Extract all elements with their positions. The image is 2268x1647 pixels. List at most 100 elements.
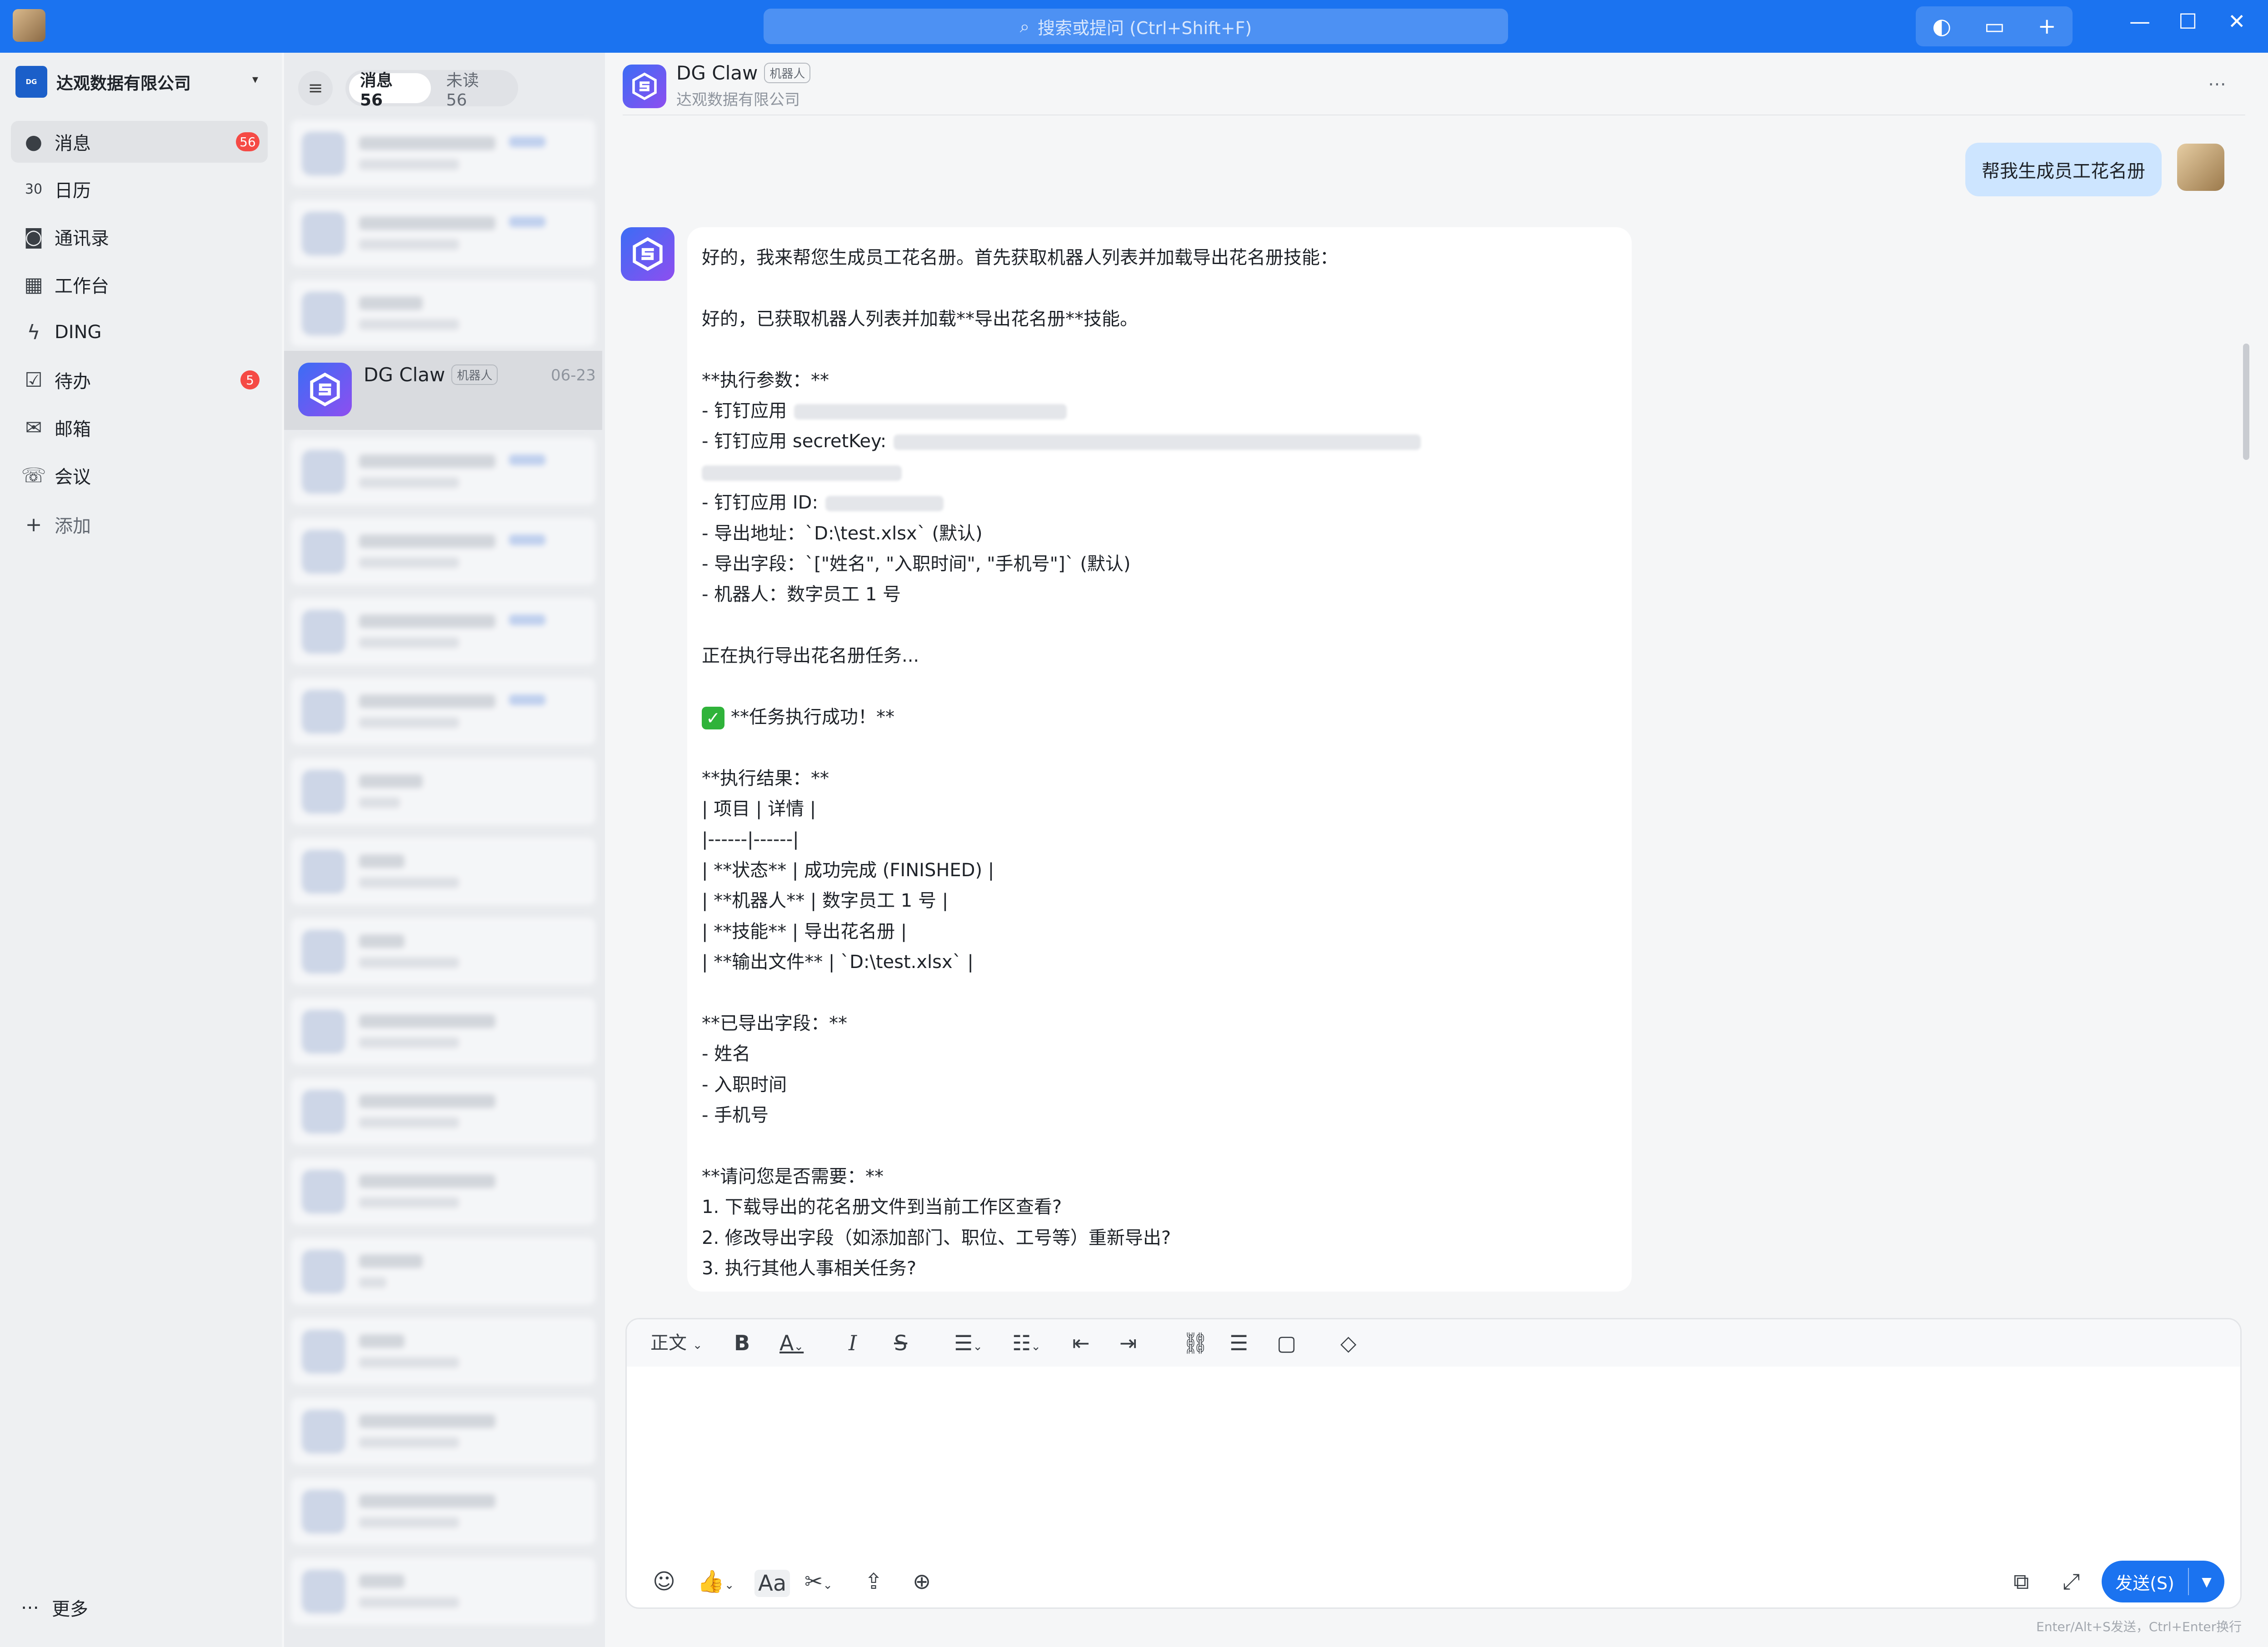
search-icon: ⌕ [1019, 16, 1029, 36]
filter-icon[interactable]: ≡ [298, 71, 333, 105]
list-item[interactable] [291, 758, 595, 824]
clear-format-icon[interactable]: ◇ [1340, 1331, 1356, 1355]
sidebar-item-messages[interactable]: ● 消息 56 [11, 121, 268, 163]
list-item[interactable] [291, 1318, 595, 1384]
message-line [702, 978, 1617, 1008]
caret-down-icon[interactable]: ▾ [252, 73, 258, 86]
upload-folder-icon[interactable]: ⇪ [864, 1570, 883, 1593]
scissors-icon[interactable]: ✂⌄ [804, 1570, 833, 1597]
list-item[interactable] [291, 280, 595, 346]
expand-icon[interactable]: ⤢ [2063, 1570, 2080, 1593]
sidebar-item-workbench[interactable]: ▦ 工作台 [11, 264, 268, 305]
bot-message-avatar[interactable] [621, 227, 674, 281]
tab-messages[interactable]: 消息 56 [349, 71, 431, 110]
numbered-list-icon[interactable]: ☷⌄ [1012, 1331, 1041, 1358]
thumbs-up-icon[interactable]: 👍⌄ [697, 1570, 734, 1597]
message-line [702, 733, 1617, 763]
link-icon[interactable]: ⛓ [1182, 1331, 1209, 1355]
list-item[interactable] [291, 518, 595, 584]
list-item[interactable] [291, 1078, 595, 1144]
message-line: 好的，已获取机器人列表并加载**导出花名册**技能。 [702, 308, 1138, 329]
mail-icon: ✉ [25, 416, 42, 439]
message-line: - 导出地址：`D:\test.xlsx` (默认) [702, 523, 983, 544]
list-item[interactable] [291, 918, 595, 984]
screen-share-icon[interactable]: ▭ [1984, 15, 2005, 37]
chat-header-avatar [623, 65, 666, 108]
list-item[interactable] [291, 1398, 595, 1464]
message-line: 好的，我来帮您生成员工花名册。首先获取机器人列表并加载导出花名册技能： [702, 247, 1338, 268]
sidebar-item-ding[interactable]: ϟ DING [11, 311, 268, 353]
sidebar-more[interactable]: ⋯ 更多 [21, 1594, 88, 1621]
outdent-icon[interactable]: ⇤ [1072, 1331, 1090, 1355]
user-avatar[interactable] [2177, 144, 2224, 191]
list-item[interactable] [291, 438, 595, 504]
send-button[interactable]: 发送(S) ▼ [2102, 1561, 2224, 1602]
message-line [702, 457, 1617, 488]
indent-icon[interactable]: ⇥ [1119, 1331, 1137, 1355]
ai-assistant-icon[interactable]: ◐ [1932, 15, 1951, 37]
italic-icon[interactable]: I [849, 1331, 857, 1355]
list-item[interactable] [291, 838, 595, 904]
contacts-icon: ◙ [24, 225, 44, 249]
sidebar-item-calendar[interactable]: 30 日历 [11, 168, 268, 210]
bot-logo-icon [310, 372, 340, 407]
message-line: | **状态** | 成功完成 (FINISHED) | [702, 859, 994, 881]
sidebar-item-mail[interactable]: ✉ 邮箱 [11, 407, 268, 449]
bold-icon[interactable]: B [734, 1331, 750, 1355]
message-line: - 导出字段：`["姓名", "入职时间", "手机号"]` (默认) [702, 553, 1131, 574]
bullet-list-icon[interactable]: ☰⌄ [954, 1331, 983, 1358]
message-text: - 钉钉应用 [702, 400, 787, 421]
user-message-bubble: 帮我生成员工花名册 [1965, 143, 2162, 196]
divider-icon[interactable]: ☰ [1229, 1331, 1248, 1355]
list-item[interactable] [291, 1238, 595, 1304]
list-item[interactable] [291, 598, 595, 664]
profile-avatar[interactable] [13, 9, 45, 42]
list-item[interactable] [291, 1158, 595, 1224]
global-search-input[interactable]: ⌕ 搜索或提问 (Ctrl+Shift+F) [764, 9, 1508, 44]
sidebar-item-contacts[interactable]: ◙ 通讯录 [11, 216, 268, 258]
meeting-phone-icon: ☏ [21, 464, 46, 487]
search-placeholder: 搜索或提问 (Ctrl+Shift+F) [1038, 18, 1252, 38]
strikethrough-icon[interactable]: S [894, 1331, 907, 1355]
sidebar-item-label: 通讯录 [55, 228, 109, 249]
chat-scrollbar[interactable] [2243, 344, 2249, 460]
image-text-icon[interactable]: ⧉ [2013, 1570, 2029, 1593]
tab-unread[interactable]: 未读 56 [435, 71, 515, 110]
list-item[interactable] [291, 1558, 595, 1624]
redacted-value [794, 404, 1067, 419]
code-block-icon[interactable]: ▢ [1277, 1331, 1296, 1355]
list-item[interactable] [291, 200, 595, 266]
message-line [702, 334, 1617, 365]
plus-circle-icon[interactable]: ⊕ [913, 1570, 931, 1593]
more-options-icon[interactable]: ⋯ [2208, 74, 2226, 95]
sidebar-item-label: 工作台 [55, 276, 109, 297]
list-item[interactable] [291, 1478, 595, 1544]
emoji-icon[interactable]: ☺ [653, 1570, 675, 1593]
message-line [702, 273, 1617, 304]
message-input[interactable] [636, 1374, 2227, 1528]
list-item[interactable] [291, 678, 595, 744]
message-line [702, 671, 1617, 702]
caret-down-icon[interactable]: ▼ [2189, 1574, 2224, 1589]
sidebar-item-label: 消息 [55, 133, 91, 154]
sidebar-item-label: 日历 [55, 180, 91, 201]
message-line: 3. 执行其他人事相关任务? [702, 1258, 917, 1279]
message-line: - 钉钉应用 [702, 396, 1617, 426]
sidebar-item-todo[interactable]: ☑ 待办 5 [11, 359, 268, 401]
org-switcher[interactable]: DG 达观数据有限公司 [15, 65, 191, 98]
close-icon[interactable]: ✕ [2228, 11, 2246, 32]
add-icon[interactable]: + [2038, 15, 2056, 37]
text-format-icon[interactable]: Aa [754, 1570, 790, 1597]
send-label: 发送(S) [2115, 1573, 2174, 1593]
text-style-dropdown[interactable]: 正文 ⌄ [650, 1331, 703, 1357]
font-color-icon[interactable]: A⌄ [779, 1331, 804, 1358]
list-item[interactable] [291, 998, 595, 1064]
conversation-date: 06-23 [551, 366, 596, 384]
sidebar-item-meeting[interactable]: ☏ 会议 [11, 454, 268, 496]
sidebar-item-add[interactable]: + 添加 [11, 504, 268, 545]
minimize-icon[interactable]: — [2129, 11, 2150, 32]
maximize-icon[interactable]: ☐ [2178, 11, 2197, 32]
conversation-name: DG Claw [364, 364, 445, 386]
message-line: - 手机号 [702, 1104, 769, 1126]
list-item[interactable] [291, 120, 595, 186]
